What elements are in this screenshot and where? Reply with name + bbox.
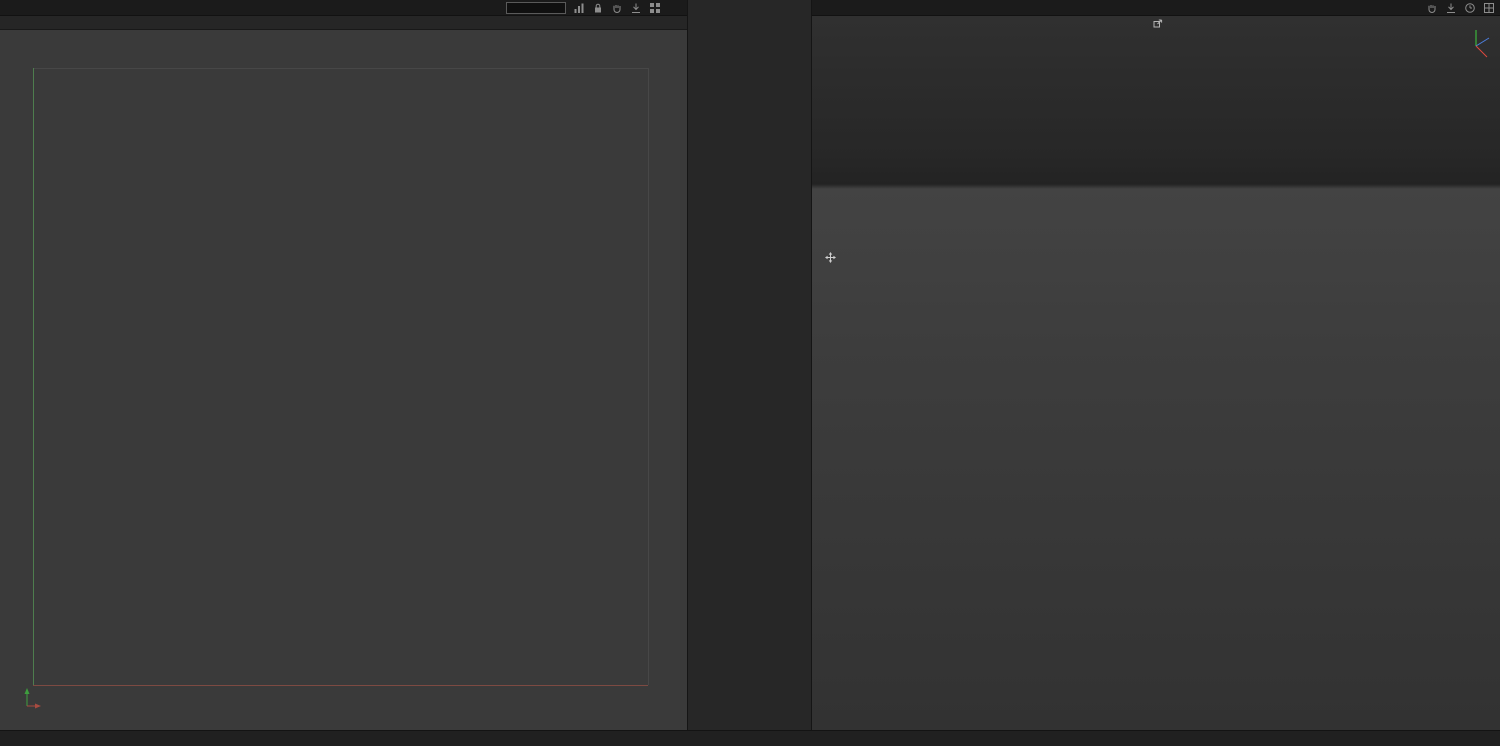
uv-editor-canvas[interactable] [0,30,687,730]
hand-icon[interactable] [1426,2,1438,14]
hand-icon[interactable] [611,2,623,14]
download-icon[interactable] [630,2,642,14]
status-bar [0,730,1500,746]
lock-icon[interactable] [592,2,604,14]
uv-axis-widget [22,686,48,716]
viewport-menubar-icons [1426,2,1500,14]
project-dropdown[interactable] [506,2,566,14]
camera-selector[interactable] [812,19,1500,30]
chart-icon[interactable] [573,2,585,14]
camera-switch-icon [1153,19,1163,28]
view-axis-gizmo[interactable] [1458,20,1498,66]
uv-islands-wireframe[interactable] [0,30,687,730]
uv-editor-tab[interactable] [0,16,687,30]
uv-tools-panel [687,0,812,730]
menubar-right-controls [506,2,687,14]
history-clock-icon[interactable] [1464,2,1476,14]
viewport-menubar [812,0,1500,16]
grid-icon[interactable] [649,2,661,14]
move-icon [825,252,836,263]
main-menubar [0,0,687,16]
active-tool-indicator[interactable] [817,252,836,263]
3d-viewport[interactable] [812,16,1500,730]
download-icon[interactable] [1445,2,1457,14]
3d-scene[interactable] [812,16,1500,730]
grid-icon[interactable] [1483,2,1495,14]
